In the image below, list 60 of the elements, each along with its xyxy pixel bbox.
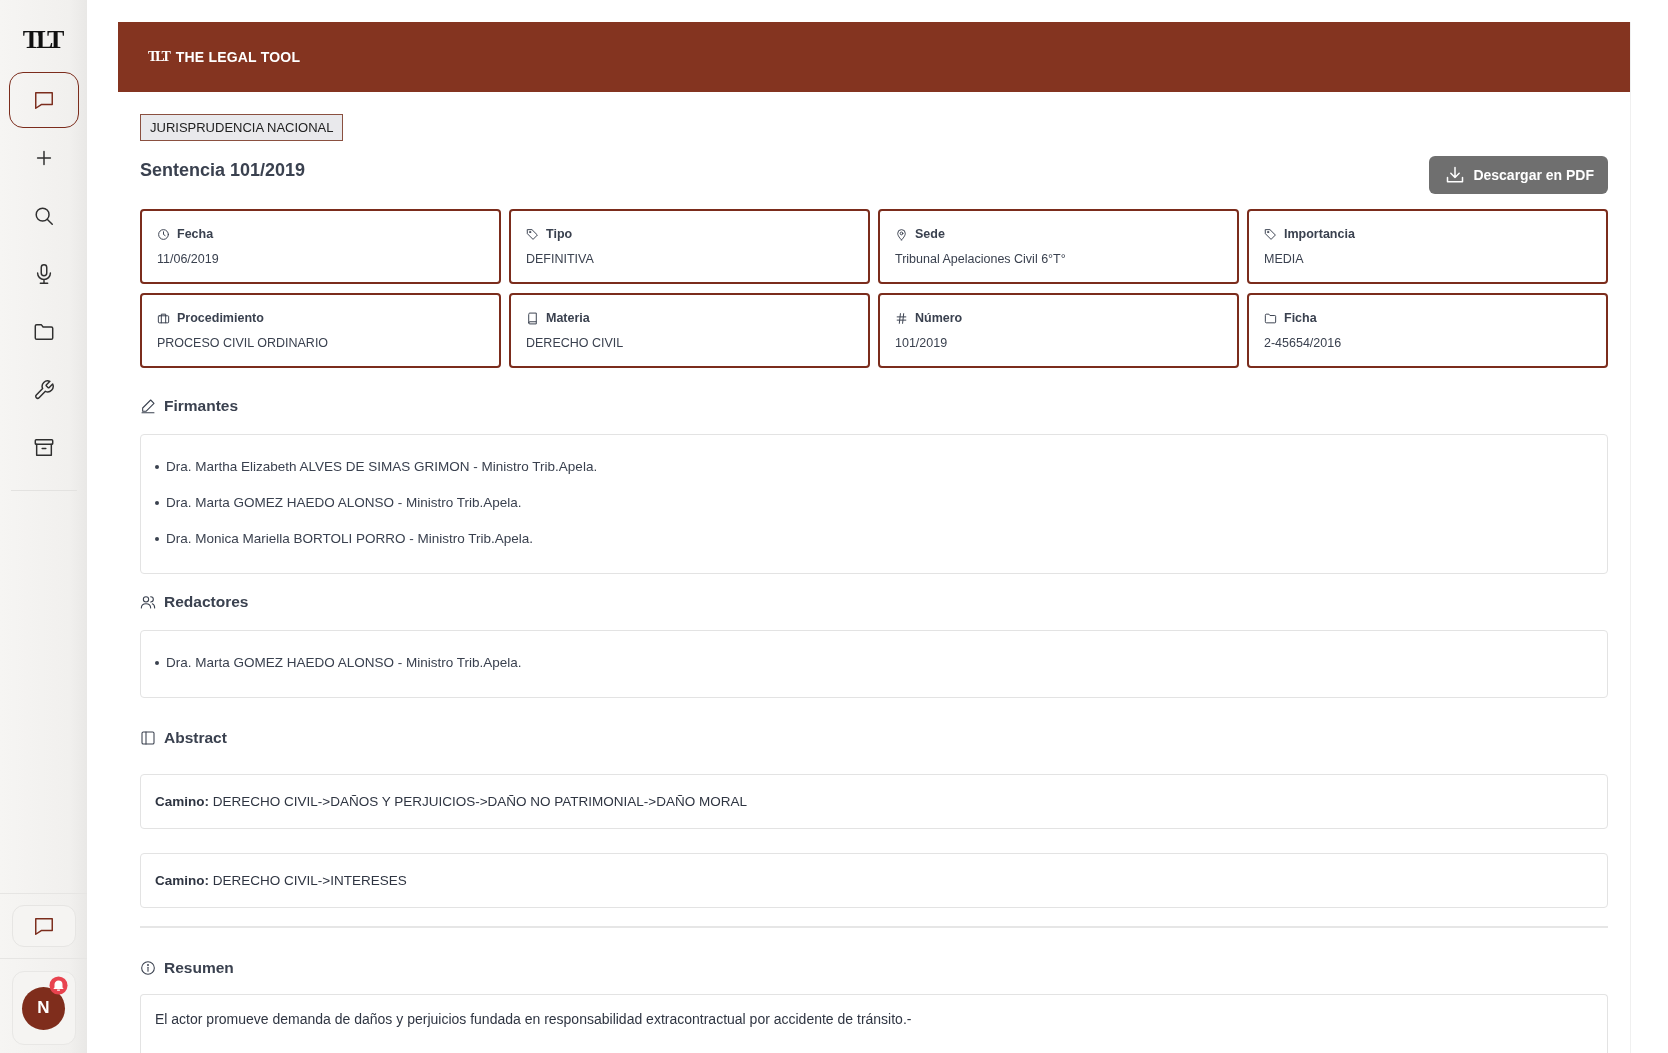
section-heading: Firmantes <box>164 396 239 416</box>
field-label: Fecha <box>177 227 214 241</box>
page-title: Sentencia 101/2019 <box>140 159 306 181</box>
category-tag: JURISPRUDENCIA NACIONAL <box>140 114 344 141</box>
field-value: MEDIA <box>1264 251 1305 267</box>
field-label: Importancia <box>1284 227 1355 241</box>
list-item-text: Dra. Marta GOMEZ HAEDO ALONSO - Ministro Trib.Apela. <box>166 494 522 512</box>
bullet-icon <box>155 537 159 541</box>
location-pin-icon <box>895 227 908 241</box>
list-item-text: Dra. Marta GOMEZ HAEDO ALONSO - Ministro Trib.Apela. <box>166 654 522 672</box>
section-heading: Abstract <box>164 728 227 748</box>
download-icon <box>1445 165 1466 185</box>
bullet-icon <box>155 501 159 505</box>
section-heading: Redactores <box>164 592 249 612</box>
logo: TLT <box>22 26 62 54</box>
list-item-text: Dra. Monica Mariella BORTOLI PORRO - Ministro Trib.Apela. <box>166 530 534 548</box>
app-title: THE LEGAL TOOL <box>175 49 301 65</box>
field-value: 2-45654/2016 <box>1264 335 1343 351</box>
chat-button[interactable] <box>11 905 76 947</box>
chat-bubble-icon <box>32 89 55 111</box>
field-value: DERECHO CIVIL <box>526 335 625 351</box>
field-value: PROCESO CIVIL ORDINARIO <box>157 335 330 351</box>
archive-box-icon <box>32 437 55 459</box>
field-value: 11/06/2019 <box>157 251 220 267</box>
field-label: Tipo <box>546 227 573 241</box>
download-pdf-button[interactable]: Descargar en PDF <box>1429 156 1608 194</box>
tag-icon <box>526 227 539 241</box>
briefcase-icon <box>157 311 170 325</box>
pencil-icon <box>140 398 156 414</box>
field-value: DEFINITIVA <box>526 251 595 267</box>
notification-bell-icon[interactable] <box>48 976 68 995</box>
field-value: 101/2019 <box>895 335 949 351</box>
summary-text: El actor promueve demanda de daños y perjuicios fundada en responsabilidad extracontractual por accidente de tránsito.- <box>155 1010 913 1029</box>
path-text: Camino: DERECHO CIVIL->INTERESES <box>155 873 407 888</box>
field-label: Número <box>915 311 963 325</box>
field-label: Sede <box>915 227 945 241</box>
panel-icon <box>140 730 156 746</box>
search-icon <box>32 205 55 227</box>
book-icon <box>526 311 539 325</box>
bullet-icon <box>155 661 159 665</box>
info-icon <box>140 960 156 976</box>
clock-icon <box>157 227 170 241</box>
hash-icon <box>895 311 908 325</box>
section-heading: Resumen <box>164 958 234 978</box>
bullet-icon <box>155 465 159 469</box>
wrench-icon <box>32 379 55 401</box>
chat-bubble-icon <box>32 915 55 937</box>
nav-button[interactable] <box>8 72 79 128</box>
field-value: Tribunal Apelaciones Civil 6°T° <box>895 251 1067 267</box>
field-label: Ficha <box>1284 311 1317 325</box>
users-icon <box>140 594 156 610</box>
field-label: Materia <box>546 311 590 325</box>
list-item-text: Dra. Martha Elizabeth ALVES DE SIMAS GRIMON - Ministro Trib.Apela. <box>166 458 598 476</box>
user-avatar[interactable]: N <box>22 986 65 1030</box>
field-label: Procedimiento <box>177 311 264 325</box>
path-text: Camino: DERECHO CIVIL->DAÑOS Y PERJUICIOS->DAÑO NO PATRIMONIAL->DAÑO MORAL <box>155 794 747 809</box>
logo-mark: TLT <box>148 49 171 65</box>
tag-icon <box>1264 227 1277 241</box>
folder-icon <box>32 321 55 343</box>
folder-icon <box>1264 311 1277 325</box>
